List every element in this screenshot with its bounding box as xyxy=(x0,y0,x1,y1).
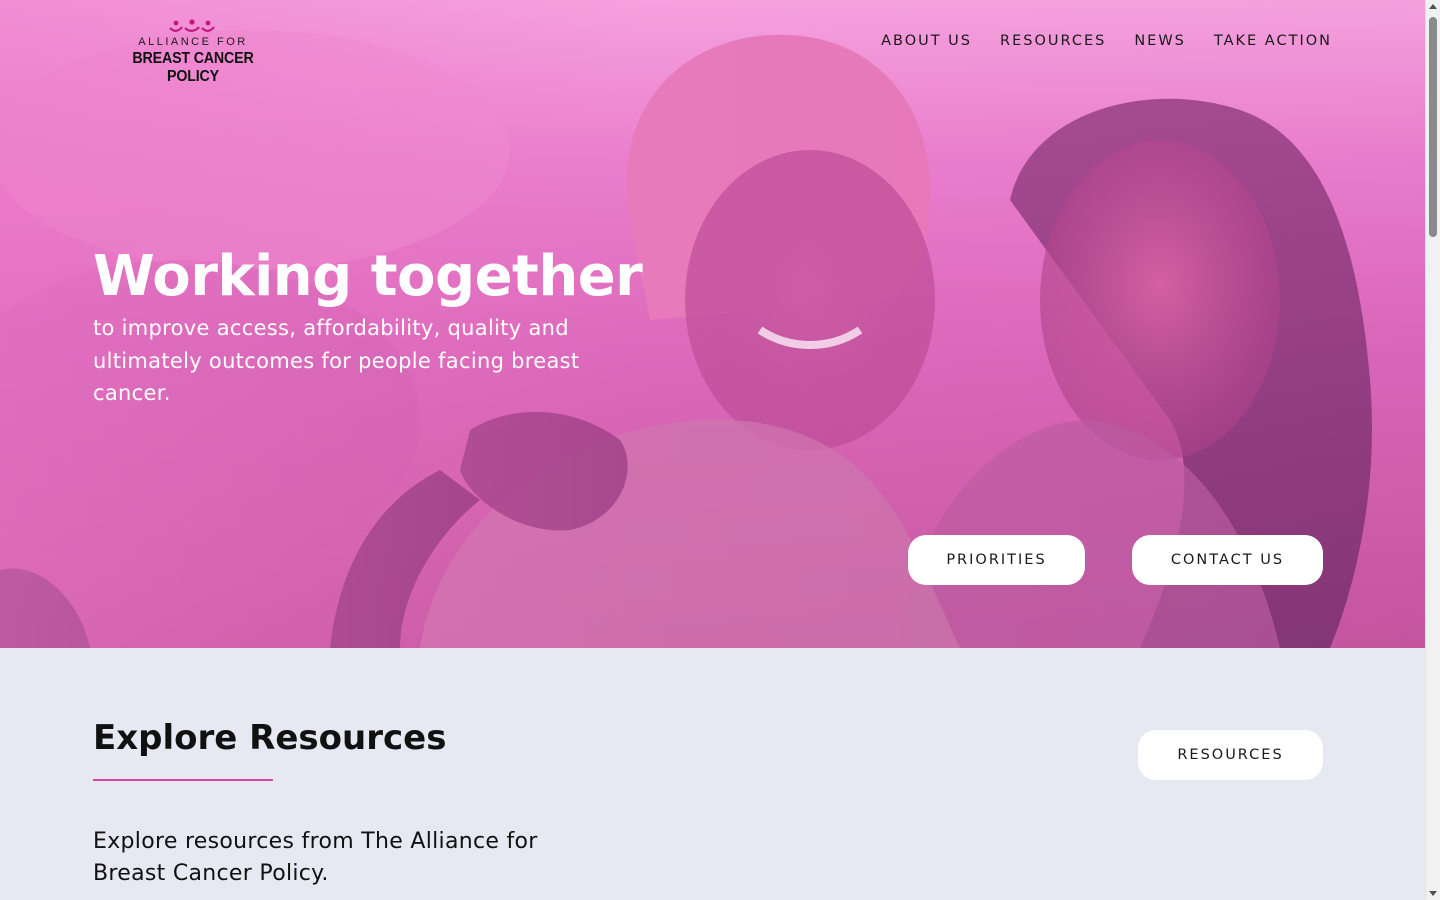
vertical-scrollbar[interactable] xyxy=(1425,0,1440,900)
nav-about-us[interactable]: ABOUT US xyxy=(881,33,972,49)
scroll-up-arrow-icon[interactable] xyxy=(1429,4,1437,9)
nav-resources[interactable]: RESOURCES xyxy=(1000,33,1106,49)
section-text: Explore resources from The Alliance for … xyxy=(93,829,538,886)
scroll-thumb[interactable] xyxy=(1429,17,1437,237)
hero-banner: ALLIANCE FOR BREAST CANCER POLICY ABOUT … xyxy=(0,0,1425,648)
main-nav: ABOUT US RESOURCES NEWS TAKE ACTION xyxy=(881,33,1332,49)
title-underline xyxy=(93,779,273,781)
logo-figures-icon xyxy=(169,19,215,32)
resources-button[interactable]: RESOURCES xyxy=(1138,730,1323,780)
site-logo[interactable]: ALLIANCE FOR BREAST CANCER POLICY xyxy=(112,18,274,85)
contact-us-button[interactable]: CONTACT US xyxy=(1132,535,1323,585)
scroll-down-arrow-icon[interactable] xyxy=(1429,891,1437,896)
section-title: Explore Resources xyxy=(93,718,447,758)
nav-news[interactable]: NEWS xyxy=(1134,33,1186,49)
nav-take-action[interactable]: TAKE ACTION xyxy=(1214,33,1332,49)
priorities-button[interactable]: PRIORITIES xyxy=(908,535,1085,585)
logo-text-main: BREAST CANCER POLICY xyxy=(132,50,254,85)
page: ALLIANCE FOR BREAST CANCER POLICY ABOUT … xyxy=(0,0,1425,900)
hero-title: Working together xyxy=(93,244,643,309)
logo-text-top: ALLIANCE FOR xyxy=(138,36,248,48)
hero-subtitle: to improve access, affordability, qualit… xyxy=(93,316,580,405)
